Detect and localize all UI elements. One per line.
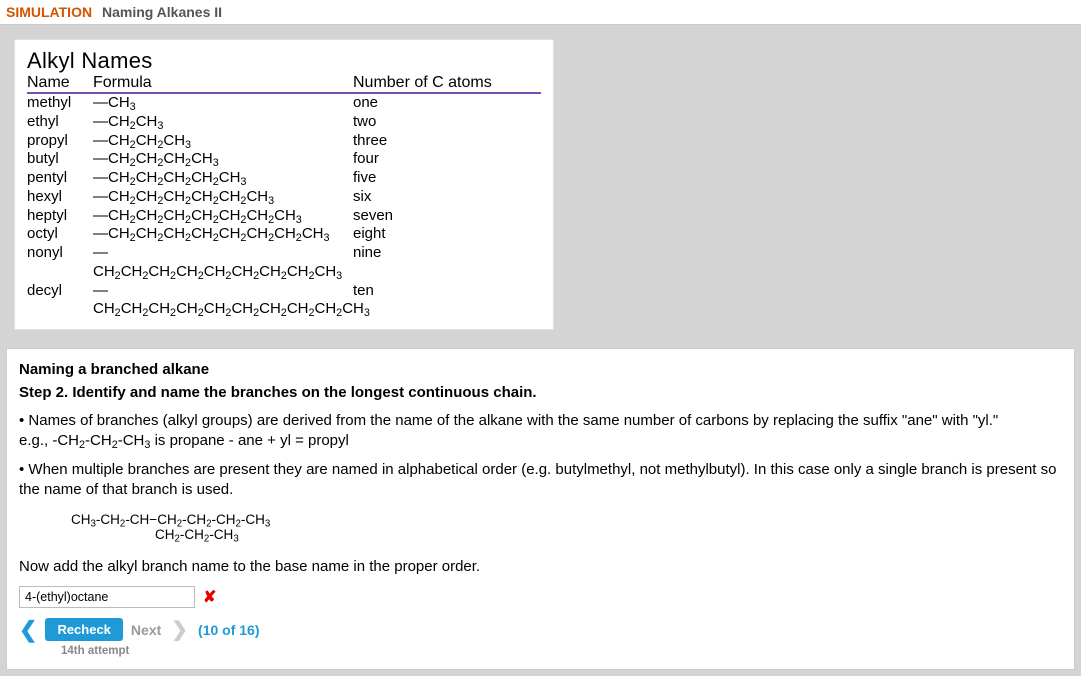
table-row: hexyl—CH2CH2CH2CH2CH2CH3six bbox=[27, 188, 541, 207]
attempt-count: 14th attempt bbox=[61, 645, 1062, 657]
carbon-count: six bbox=[353, 188, 533, 207]
next-label: Next bbox=[131, 622, 161, 638]
table-row: pentyl—CH2CH2CH2CH2CH3five bbox=[27, 169, 541, 188]
recheck-button[interactable]: Recheck bbox=[45, 618, 122, 641]
molecule-diagram: CH3-CH2-CH−CH2-CH2-CH2-CH3 CH2-CH2-CH3 bbox=[71, 513, 1062, 543]
section-title: Naming a branched alkane bbox=[19, 361, 1062, 378]
col-name-header: Name bbox=[27, 74, 93, 92]
alkyl-name: pentyl bbox=[27, 169, 93, 188]
prev-icon[interactable]: ❮ bbox=[19, 619, 37, 641]
carbon-count: three bbox=[353, 132, 533, 151]
carbon-count: seven bbox=[353, 207, 533, 226]
alkyl-name: hexyl bbox=[27, 188, 93, 207]
table-row: ethyl—CH2CH3two bbox=[27, 113, 541, 132]
carbon-count: nine bbox=[353, 244, 533, 282]
page-header: SIMULATION Naming Alkanes II bbox=[0, 0, 1081, 25]
molecule-main-chain: CH3-CH2-CH−CH2-CH2-CH2-CH3 bbox=[71, 513, 1062, 528]
table-row: nonyl—CH2CH2CH2CH2CH2CH2CH2CH2CH3nine bbox=[27, 244, 541, 282]
simulation-label: SIMULATION bbox=[6, 4, 92, 20]
reference-title: Alkyl Names bbox=[27, 48, 541, 74]
table-row: decyl—CH2CH2CH2CH2CH2CH2CH2CH2CH2CH3ten bbox=[27, 282, 541, 320]
carbon-count: two bbox=[353, 113, 533, 132]
next-icon: ❯ bbox=[171, 620, 188, 640]
alkyl-formula: —CH2CH3 bbox=[93, 113, 353, 132]
reference-header-row: Name Formula Number of C atoms bbox=[27, 74, 541, 94]
alkyl-name: propyl bbox=[27, 132, 93, 151]
alkyl-name: nonyl bbox=[27, 244, 93, 282]
alkyl-name: ethyl bbox=[27, 113, 93, 132]
alkyl-formula: —CH2CH2CH2CH2CH3 bbox=[93, 169, 353, 188]
alkyl-formula: —CH2CH2CH2CH2CH2CH2CH3 bbox=[93, 207, 353, 226]
table-row: octyl—CH2CH2CH2CH2CH2CH2CH2CH3eight bbox=[27, 225, 541, 244]
alkyl-formula: —CH2CH2CH2CH2CH2CH2CH2CH2CH2CH3 bbox=[93, 282, 353, 320]
carbon-count: eight bbox=[353, 225, 533, 244]
alkyl-name: decyl bbox=[27, 282, 93, 320]
answer-row: ✘ bbox=[19, 586, 1062, 608]
answer-input[interactable] bbox=[19, 586, 195, 608]
table-row: heptyl—CH2CH2CH2CH2CH2CH2CH3seven bbox=[27, 207, 541, 226]
alkyl-name: butyl bbox=[27, 150, 93, 169]
carbon-count: ten bbox=[353, 282, 533, 320]
paragraph-2: • When multiple branches are present the… bbox=[19, 460, 1062, 499]
carbon-count: four bbox=[353, 150, 533, 169]
table-row: butyl—CH2CH2CH2CH3four bbox=[27, 150, 541, 169]
content-panel: Naming a branched alkane Step 2. Identif… bbox=[6, 348, 1075, 670]
alkyl-formula: —CH2CH2CH2CH3 bbox=[93, 150, 353, 169]
col-carbons-header: Number of C atoms bbox=[353, 74, 533, 92]
table-row: methyl—CH3one bbox=[27, 94, 541, 113]
alkyl-formula: —CH2CH2CH3 bbox=[93, 132, 353, 151]
reference-rows: methyl—CH3oneethyl—CH2CH3twopropyl—CH2CH… bbox=[27, 94, 541, 319]
reference-card: Alkyl Names Name Formula Number of C ato… bbox=[14, 39, 554, 330]
progress-text: (10 of 16) bbox=[198, 622, 259, 638]
carbon-count: one bbox=[353, 94, 533, 113]
alkyl-formula: —CH2CH2CH2CH2CH2CH2CH2CH3 bbox=[93, 225, 353, 244]
table-row: propyl—CH2CH2CH3three bbox=[27, 132, 541, 151]
carbon-count: five bbox=[353, 169, 533, 188]
paragraph-1: • Names of branches (alkyl groups) are d… bbox=[19, 411, 1062, 450]
molecule-branch: CH2-CH2-CH3 bbox=[155, 528, 1062, 543]
alkyl-name: octyl bbox=[27, 225, 93, 244]
alkyl-formula: —CH2CH2CH2CH2CH2CH3 bbox=[93, 188, 353, 207]
page-title: Naming Alkanes II bbox=[102, 4, 222, 20]
col-formula-header: Formula bbox=[93, 74, 353, 92]
alkyl-name: heptyl bbox=[27, 207, 93, 226]
step-title: Step 2. Identify and name the branches o… bbox=[19, 384, 1062, 401]
alkyl-name: methyl bbox=[27, 94, 93, 113]
alkyl-formula: —CH3 bbox=[93, 94, 353, 113]
alkyl-formula: —CH2CH2CH2CH2CH2CH2CH2CH2CH3 bbox=[93, 244, 353, 282]
incorrect-icon: ✘ bbox=[203, 587, 216, 607]
nav-row: ❮ Recheck Next ❯ (10 of 16) bbox=[19, 618, 1062, 641]
prompt-text: Now add the alkyl branch name to the bas… bbox=[19, 557, 1062, 577]
